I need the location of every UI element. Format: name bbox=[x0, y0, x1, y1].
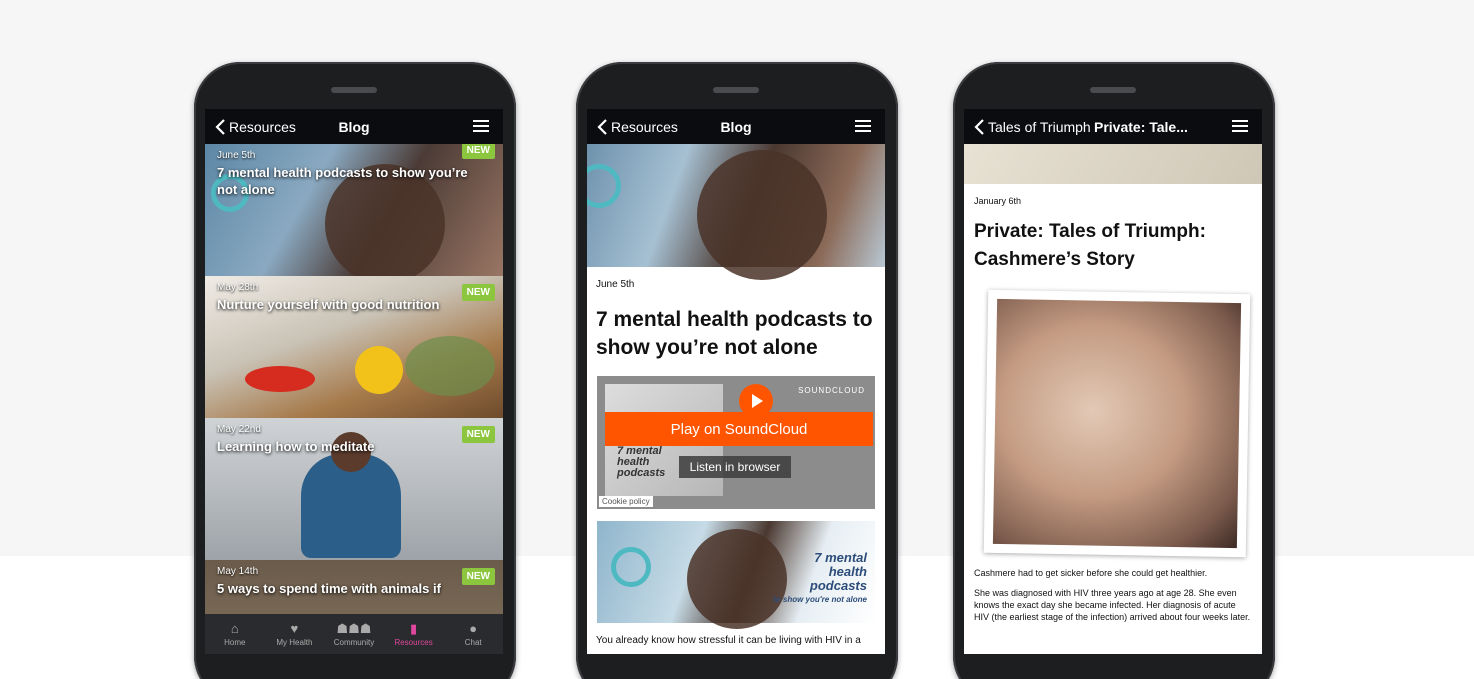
tab-home[interactable]: ⌂ Home bbox=[207, 620, 263, 647]
article-hero-image bbox=[587, 144, 885, 280]
chat-icon: ● bbox=[469, 620, 478, 636]
tab-label: Resources bbox=[394, 637, 433, 647]
person-illustration bbox=[697, 150, 827, 280]
book-icon: ▮ bbox=[410, 620, 418, 636]
tab-community[interactable]: ☗☗☗ Community bbox=[326, 620, 382, 647]
microphone-icon bbox=[611, 547, 651, 587]
chevron-left-icon bbox=[215, 118, 225, 135]
banner-line: podcasts bbox=[809, 578, 867, 593]
phone-blog-feed: Resources Blog June 5th 7 mental health … bbox=[194, 62, 516, 679]
tab-chat[interactable]: ● Chat bbox=[445, 620, 501, 647]
page-title: Blog bbox=[338, 118, 370, 135]
tab-label: Home bbox=[224, 637, 246, 647]
phone-speaker bbox=[713, 87, 759, 93]
back-label: Tales of Triumph bbox=[988, 118, 1091, 135]
page-title: Private: Tale... bbox=[1094, 118, 1188, 135]
listen-in-browser-button[interactable]: Listen in browser bbox=[679, 456, 791, 478]
chevron-left-icon bbox=[974, 118, 984, 135]
post-title: 7 mental health podcasts to show you’re … bbox=[217, 165, 468, 197]
banner-text: 7 mental health podcasts to show you're … bbox=[773, 551, 867, 607]
article-banner-image: 7 mental health podcasts to show you're … bbox=[597, 521, 875, 629]
story-title: Private: Tales of Triumph: Cashmere’s St… bbox=[974, 221, 1206, 270]
post-date: May 14th bbox=[217, 566, 259, 577]
post-title: 5 ways to spend time with animals if bbox=[217, 581, 441, 596]
banner-line: health bbox=[828, 564, 867, 579]
post-date: May 28th bbox=[217, 282, 259, 293]
new-badge: NEW bbox=[461, 426, 495, 443]
pepper-illustration bbox=[355, 346, 403, 394]
screen-story: Tales of Triumph Private: Tale... Januar… bbox=[964, 109, 1262, 654]
person-illustration bbox=[687, 529, 787, 629]
home-icon: ⌂ bbox=[230, 620, 239, 636]
microphone-icon bbox=[587, 164, 621, 208]
tab-label: My Health bbox=[276, 637, 313, 647]
people-icon: ☗☗☗ bbox=[336, 620, 372, 636]
chevron-left-icon bbox=[597, 118, 607, 135]
top-bar: Resources Blog bbox=[587, 109, 885, 144]
blog-card[interactable]: June 5th 7 mental health podcasts to sho… bbox=[205, 144, 503, 276]
heart-icon: ♥ bbox=[290, 620, 299, 636]
back-button[interactable]: Resources bbox=[597, 119, 678, 135]
tab-resources[interactable]: ▮ Resources bbox=[386, 620, 442, 647]
blog-card[interactable]: May 22nd Learning how to meditate NEW bbox=[205, 418, 503, 560]
phone-speaker bbox=[331, 87, 377, 93]
play-on-soundcloud-button[interactable]: Play on SoundCloud bbox=[605, 412, 873, 446]
tomato-illustration bbox=[245, 366, 315, 392]
back-label: Resources bbox=[611, 118, 678, 135]
story-paragraph: She was diagnosed with HIV three years a… bbox=[974, 588, 1251, 622]
hamburger-menu-icon[interactable] bbox=[473, 120, 489, 135]
back-button[interactable]: Resources bbox=[215, 119, 296, 135]
soundcloud-player: 7 mental health podcasts SOUNDCLOUD Play… bbox=[597, 376, 875, 509]
article-title: 7 mental health podcasts to show you’re … bbox=[596, 308, 873, 359]
screen-blog-feed: Resources Blog June 5th 7 mental health … bbox=[205, 109, 503, 654]
post-date: June 5th bbox=[217, 150, 256, 161]
soundcloud-logo: SOUNDCLOUD bbox=[798, 386, 865, 395]
blog-card[interactable]: May 28th Nurture yourself with good nutr… bbox=[205, 276, 503, 418]
phone-story: Tales of Triumph Private: Tale... Januar… bbox=[953, 62, 1275, 679]
banner-line: to show you're not alone bbox=[773, 595, 867, 604]
thumbnail-text: 7 mental health podcasts bbox=[617, 445, 666, 479]
hamburger-menu-icon[interactable] bbox=[1232, 120, 1248, 135]
screen-blog-article: Resources Blog June 5th 7 mental health … bbox=[587, 109, 885, 654]
tab-label: Chat bbox=[464, 637, 482, 647]
back-button[interactable]: Tales of Triumph bbox=[974, 119, 1091, 135]
back-label: Resources bbox=[229, 118, 296, 135]
new-badge: NEW bbox=[461, 144, 495, 159]
cookie-policy-link[interactable]: Cookie policy bbox=[599, 496, 653, 507]
story-photo bbox=[983, 289, 1251, 558]
new-badge: NEW bbox=[461, 568, 495, 585]
story-date: January 6th bbox=[974, 196, 1022, 206]
top-bar: Tales of Triumph Private: Tale... bbox=[964, 109, 1262, 144]
open-journal-image bbox=[992, 298, 1242, 549]
banner-line: 7 mental bbox=[814, 550, 867, 565]
page-title: Blog bbox=[720, 118, 752, 135]
post-title: Nurture yourself with good nutrition bbox=[217, 297, 440, 312]
phone-blog-article: Resources Blog June 5th 7 mental health … bbox=[576, 62, 898, 679]
post-title: Learning how to meditate bbox=[217, 439, 375, 454]
tab-my-health[interactable]: ♥ My Health bbox=[266, 620, 322, 647]
salad-illustration bbox=[405, 336, 495, 396]
phone-speaker bbox=[1090, 87, 1136, 93]
top-bar: Resources Blog bbox=[205, 109, 503, 144]
post-date: May 22nd bbox=[217, 424, 261, 435]
story-hero-image bbox=[964, 144, 1262, 184]
tab-label: Community bbox=[333, 637, 375, 647]
new-badge: NEW bbox=[461, 284, 495, 301]
hamburger-menu-icon[interactable] bbox=[855, 120, 871, 135]
story-paragraph: Cashmere had to get sicker before she co… bbox=[974, 568, 1208, 578]
bottom-tab-bar: ⌂ Home ♥ My Health ☗☗☗ Community ▮ Resou… bbox=[205, 614, 503, 654]
